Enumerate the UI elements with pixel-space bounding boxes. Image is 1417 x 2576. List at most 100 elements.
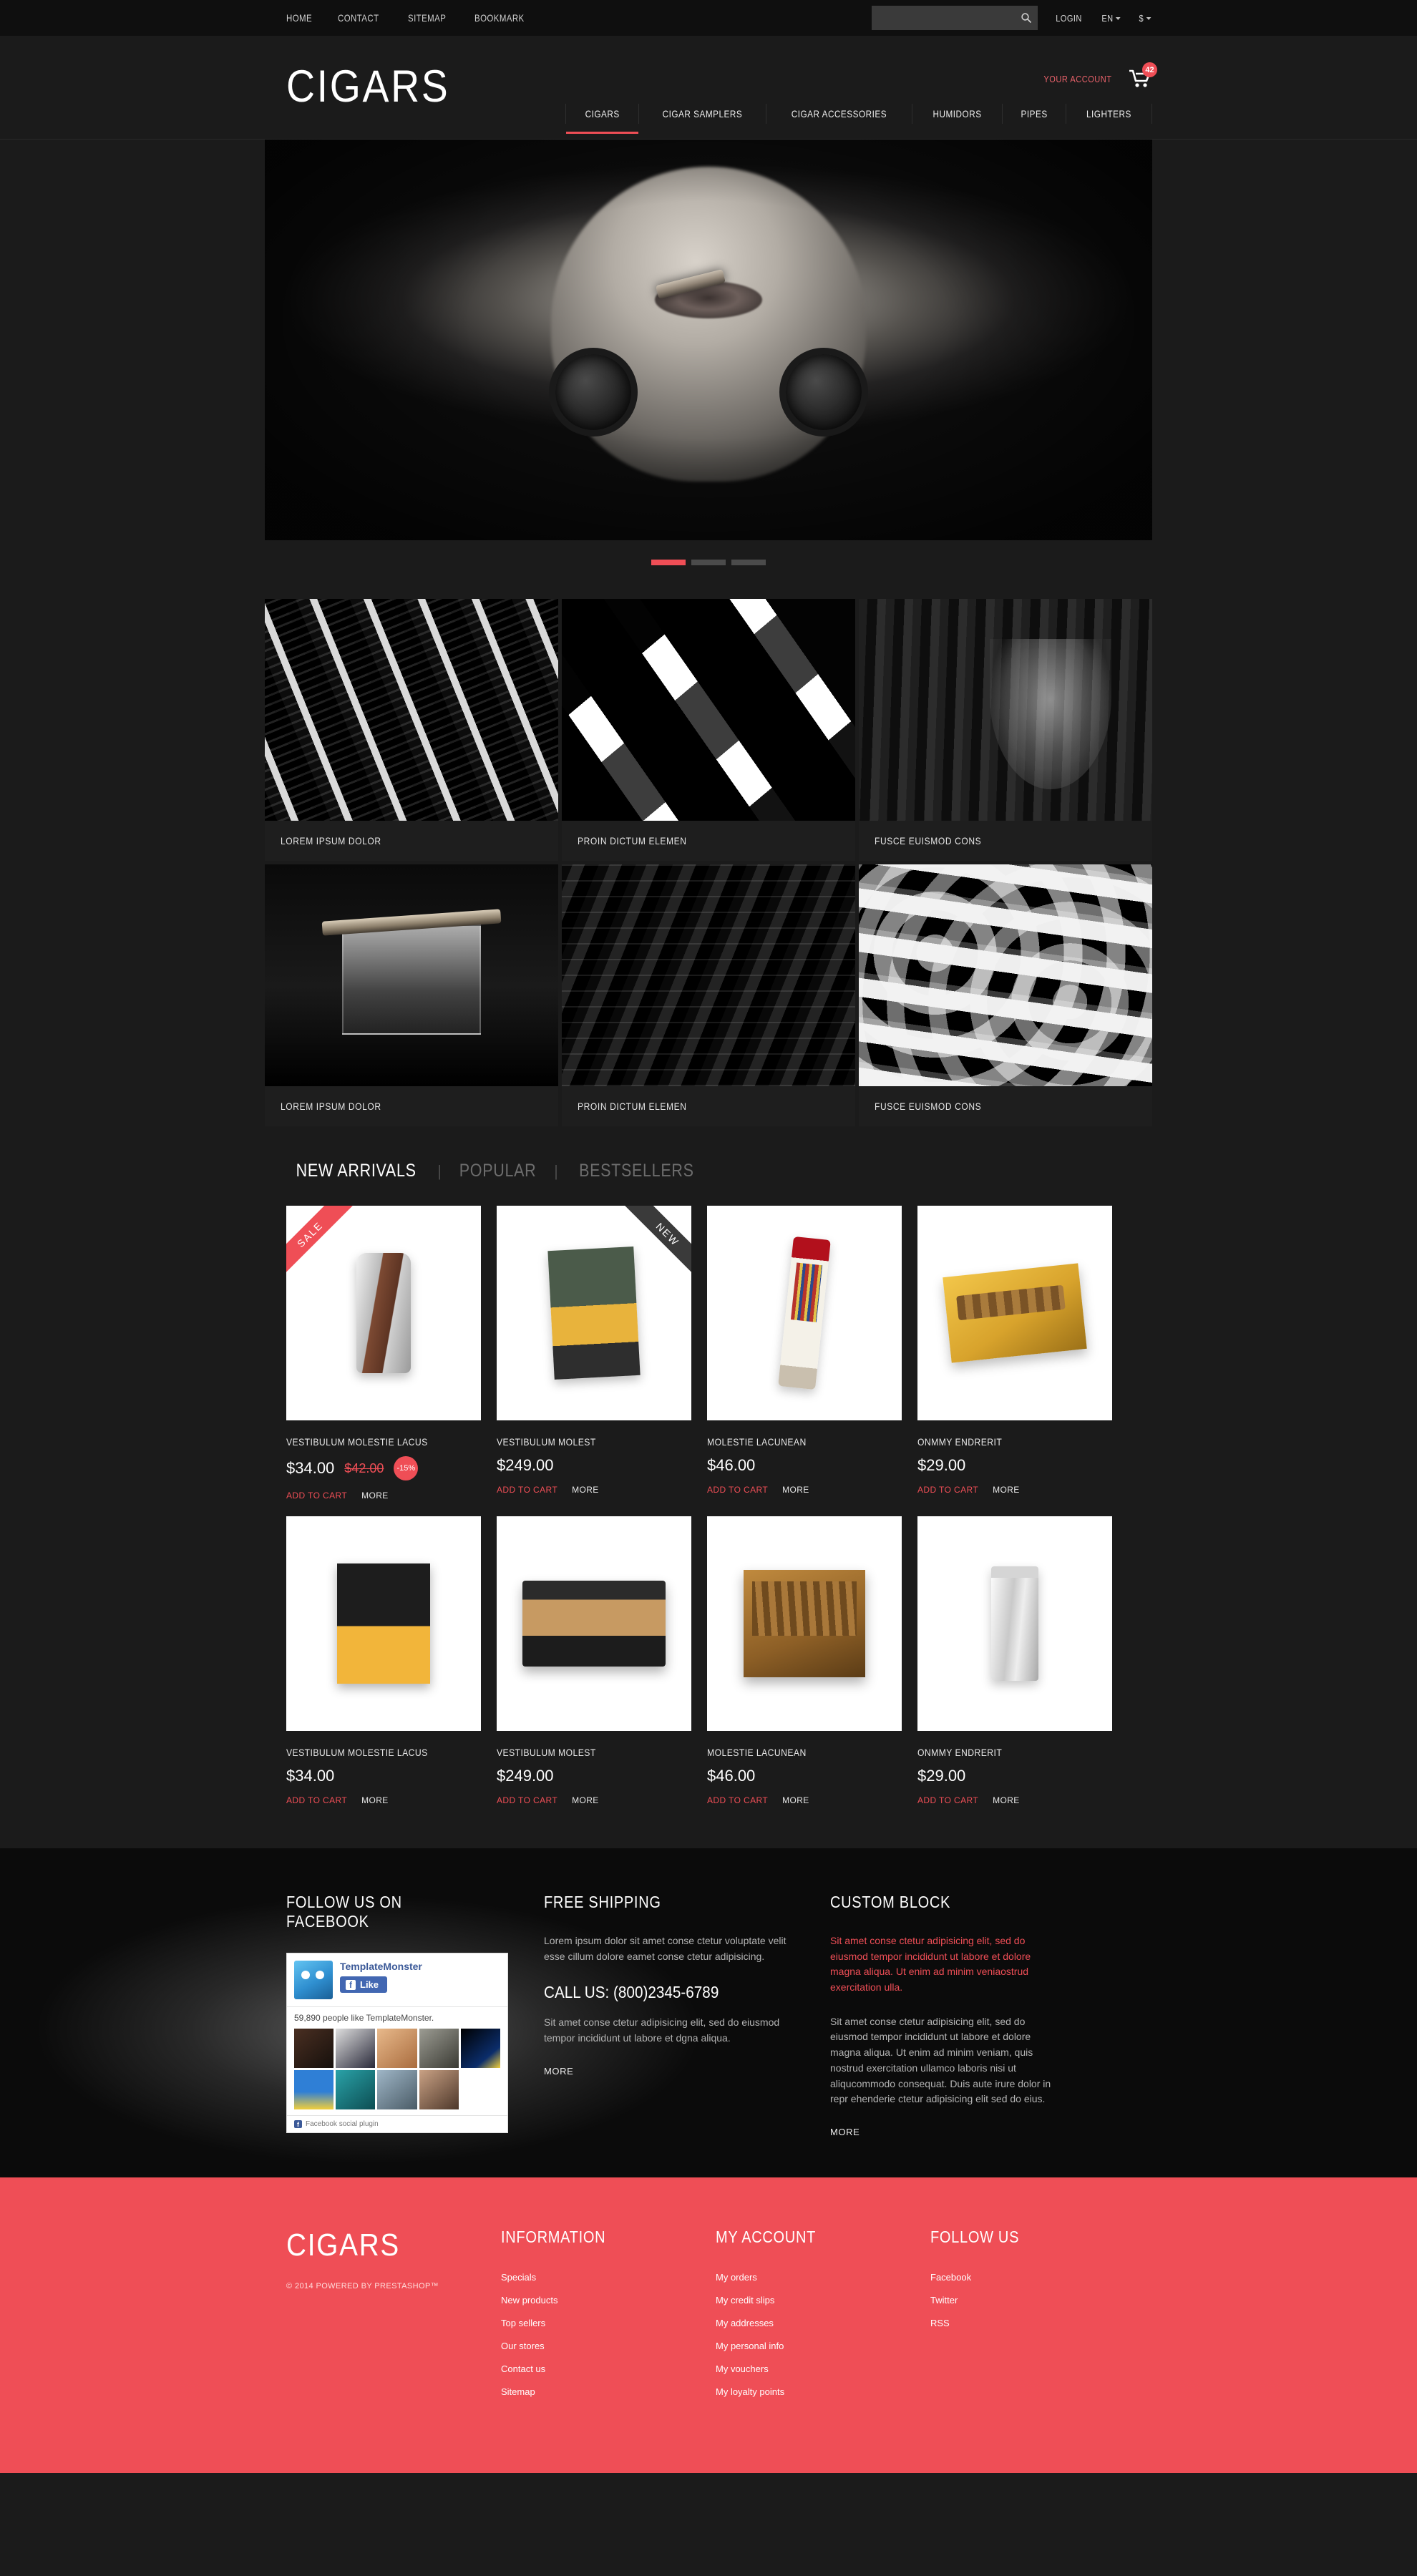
product-more-link[interactable]: MORE	[782, 1795, 809, 1805]
nav-item-cigar-samplers[interactable]: CIGAR SAMPLERS	[638, 104, 766, 124]
product-name[interactable]: ONMMY ENDRERIT	[917, 1436, 1112, 1448]
facebook-like-button[interactable]: f Like	[340, 1976, 388, 1993]
product-thumb[interactable]	[497, 1516, 691, 1731]
top-link-sitemap[interactable]: SITEMAP	[408, 12, 446, 24]
add-to-cart-button[interactable]: ADD TO CART	[286, 1491, 347, 1501]
product-price: $34.00	[286, 1767, 335, 1785]
category-caption: LOREM IPSUM DOLOR	[265, 821, 558, 861]
product-more-link[interactable]: MORE	[993, 1485, 1020, 1495]
currency-selector[interactable]: $	[1139, 13, 1151, 24]
nav-item-cigar-accessories[interactable]: CIGAR ACCESSORIES	[766, 104, 912, 124]
product-more-link[interactable]: MORE	[572, 1795, 599, 1805]
site-logo[interactable]: CIGARS	[286, 64, 449, 109]
product-thumb[interactable]	[917, 1516, 1112, 1731]
footer-link-my-credit-slips[interactable]: My credit slips	[716, 2295, 774, 2306]
footer-link-specials[interactable]: Specials	[501, 2272, 536, 2283]
facebook-friend-avatar[interactable]	[460, 2070, 500, 2110]
add-to-cart-button[interactable]: ADD TO CART	[707, 1795, 768, 1805]
facebook-friend-avatar[interactable]	[336, 2070, 376, 2110]
product-thumb[interactable]: SALE	[286, 1206, 481, 1420]
nav-item-cigars[interactable]: CIGARS	[565, 104, 639, 134]
product-name[interactable]: VESTIBULUM MOLEST	[497, 1747, 691, 1758]
product-name[interactable]: ONMMY ENDRERIT	[917, 1747, 1112, 1758]
product-name[interactable]: VESTIBULUM MOLEST	[497, 1436, 691, 1448]
footer-logo[interactable]: CIGARS	[286, 2228, 400, 2263]
facebook-friend-avatar[interactable]	[336, 2029, 376, 2069]
login-link[interactable]: LOGIN	[1056, 13, 1082, 24]
footer-link-twitter[interactable]: Twitter	[930, 2295, 958, 2306]
add-to-cart-button[interactable]: ADD TO CART	[497, 1485, 557, 1495]
facebook-friend-avatar[interactable]	[419, 2029, 459, 2069]
language-selector[interactable]: EN	[1102, 13, 1121, 24]
add-to-cart-button[interactable]: ADD TO CART	[707, 1485, 768, 1495]
product-name[interactable]: MOLESTIE LACUNEAN	[707, 1747, 902, 1758]
add-to-cart-button[interactable]: ADD TO CART	[917, 1485, 978, 1495]
product-thumb[interactable]	[707, 1516, 902, 1731]
footer-link-sitemap[interactable]: Sitemap	[501, 2386, 535, 2397]
category-card[interactable]: LOREM IPSUM DOLOR	[265, 599, 558, 861]
your-account-link[interactable]: YOUR ACCOUNT	[1043, 74, 1111, 84]
search-icon[interactable]	[1021, 12, 1032, 24]
add-to-cart-button[interactable]: ADD TO CART	[917, 1795, 978, 1805]
footer-link-my-personal-info[interactable]: My personal info	[716, 2341, 784, 2351]
footer-link-my-loyalty-points[interactable]: My loyalty points	[716, 2386, 784, 2397]
cart-button[interactable]: 42	[1128, 62, 1157, 89]
footer-link-top-sellers[interactable]: Top sellers	[501, 2318, 545, 2328]
footer-link-our-stores[interactable]: Our stores	[501, 2341, 545, 2351]
product-name[interactable]: MOLESTIE LACUNEAN	[707, 1436, 902, 1448]
category-card[interactable]: PROIN DICTUM ELEMEN	[562, 599, 855, 861]
product-more-link[interactable]: MORE	[572, 1485, 599, 1495]
search-input[interactable]	[872, 6, 1038, 30]
nav-item-humidors[interactable]: HUMIDORS	[911, 104, 1002, 124]
top-link-contact[interactable]: CONTACT	[338, 12, 379, 24]
slider-dot-3[interactable]	[731, 560, 766, 565]
product-more-link[interactable]: MORE	[361, 1795, 389, 1805]
footer-link-contact-us[interactable]: Contact us	[501, 2363, 545, 2374]
footer-link-new-products[interactable]: New products	[501, 2295, 557, 2306]
add-to-cart-button[interactable]: ADD TO CART	[286, 1795, 347, 1805]
custom-more-link[interactable]: MORE	[830, 2127, 860, 2137]
product-more-link[interactable]: MORE	[993, 1795, 1020, 1805]
category-card[interactable]: FUSCE EUISMOD CONS	[859, 599, 1152, 861]
category-card[interactable]: FUSCE EUISMOD CONS	[859, 864, 1152, 1126]
facebook-friend-avatar[interactable]	[460, 2029, 500, 2069]
footer-link-facebook[interactable]: Facebook	[930, 2272, 971, 2283]
tab-new-arrivals[interactable]: NEW ARRIVALS	[286, 1161, 426, 1181]
add-to-cart-button[interactable]: ADD TO CART	[497, 1795, 557, 1805]
product-thumb[interactable]: NEW	[497, 1206, 691, 1420]
product-thumb[interactable]	[286, 1516, 481, 1731]
footer-link-my-addresses[interactable]: My addresses	[716, 2318, 774, 2328]
product-more-link[interactable]: MORE	[782, 1485, 809, 1495]
slider-dot-1[interactable]	[651, 560, 686, 565]
top-link-bookmark[interactable]: BOOKMARK	[474, 12, 525, 24]
facebook-friend-avatar[interactable]	[294, 2070, 334, 2110]
facebook-friend-avatar[interactable]	[377, 2029, 417, 2069]
category-card[interactable]: LOREM IPSUM DOLOR	[265, 864, 558, 1126]
footer-link-my-vouchers[interactable]: My vouchers	[716, 2363, 769, 2374]
product-thumb[interactable]	[707, 1206, 902, 1420]
product-name[interactable]: VESTIBULUM MOLESTIE LACUS	[286, 1747, 481, 1758]
slider-dot-2[interactable]	[691, 560, 726, 565]
footer-link-rss[interactable]: RSS	[930, 2318, 950, 2328]
facebook-page-name[interactable]: TemplateMonster	[340, 1961, 422, 1972]
facebook-friend-avatar[interactable]	[294, 2029, 334, 2069]
hero-slider[interactable]	[265, 140, 1152, 540]
facebook-widget[interactable]: TemplateMonster f Like 59,890 people lik…	[286, 1953, 508, 2134]
product-thumb[interactable]	[917, 1206, 1112, 1420]
product-name[interactable]: VESTIBULUM MOLESTIE LACUS	[286, 1436, 481, 1448]
category-card[interactable]: PROIN DICTUM ELEMEN	[562, 864, 855, 1126]
search-box[interactable]	[872, 6, 1038, 30]
product-more-link[interactable]: MORE	[361, 1491, 389, 1501]
nav-item-lighters[interactable]: LIGHTERS	[1066, 104, 1152, 124]
nav-item-pipes[interactable]: PIPES	[1001, 104, 1066, 124]
facebook-friend-avatar[interactable]	[377, 2070, 417, 2110]
footer-link-my-orders[interactable]: My orders	[716, 2272, 757, 2283]
tab-popular[interactable]: POPULAR	[453, 1161, 542, 1181]
facebook-friend-avatar[interactable]	[419, 2070, 459, 2110]
product-name-label: VESTIBULUM MOLESTIE LACUS	[286, 1436, 428, 1448]
shipping-more-link[interactable]: MORE	[544, 2066, 573, 2077]
tab-bestsellers[interactable]: BESTSELLERS	[570, 1161, 703, 1181]
facebook-heading-label: FOLLOW US ON FACEBOOK	[286, 1893, 402, 1931]
product-card: ONMMY ENDRERIT $29.00 ADD TO CART MORE	[917, 1516, 1112, 1805]
top-link-home[interactable]: HOME	[286, 12, 312, 24]
